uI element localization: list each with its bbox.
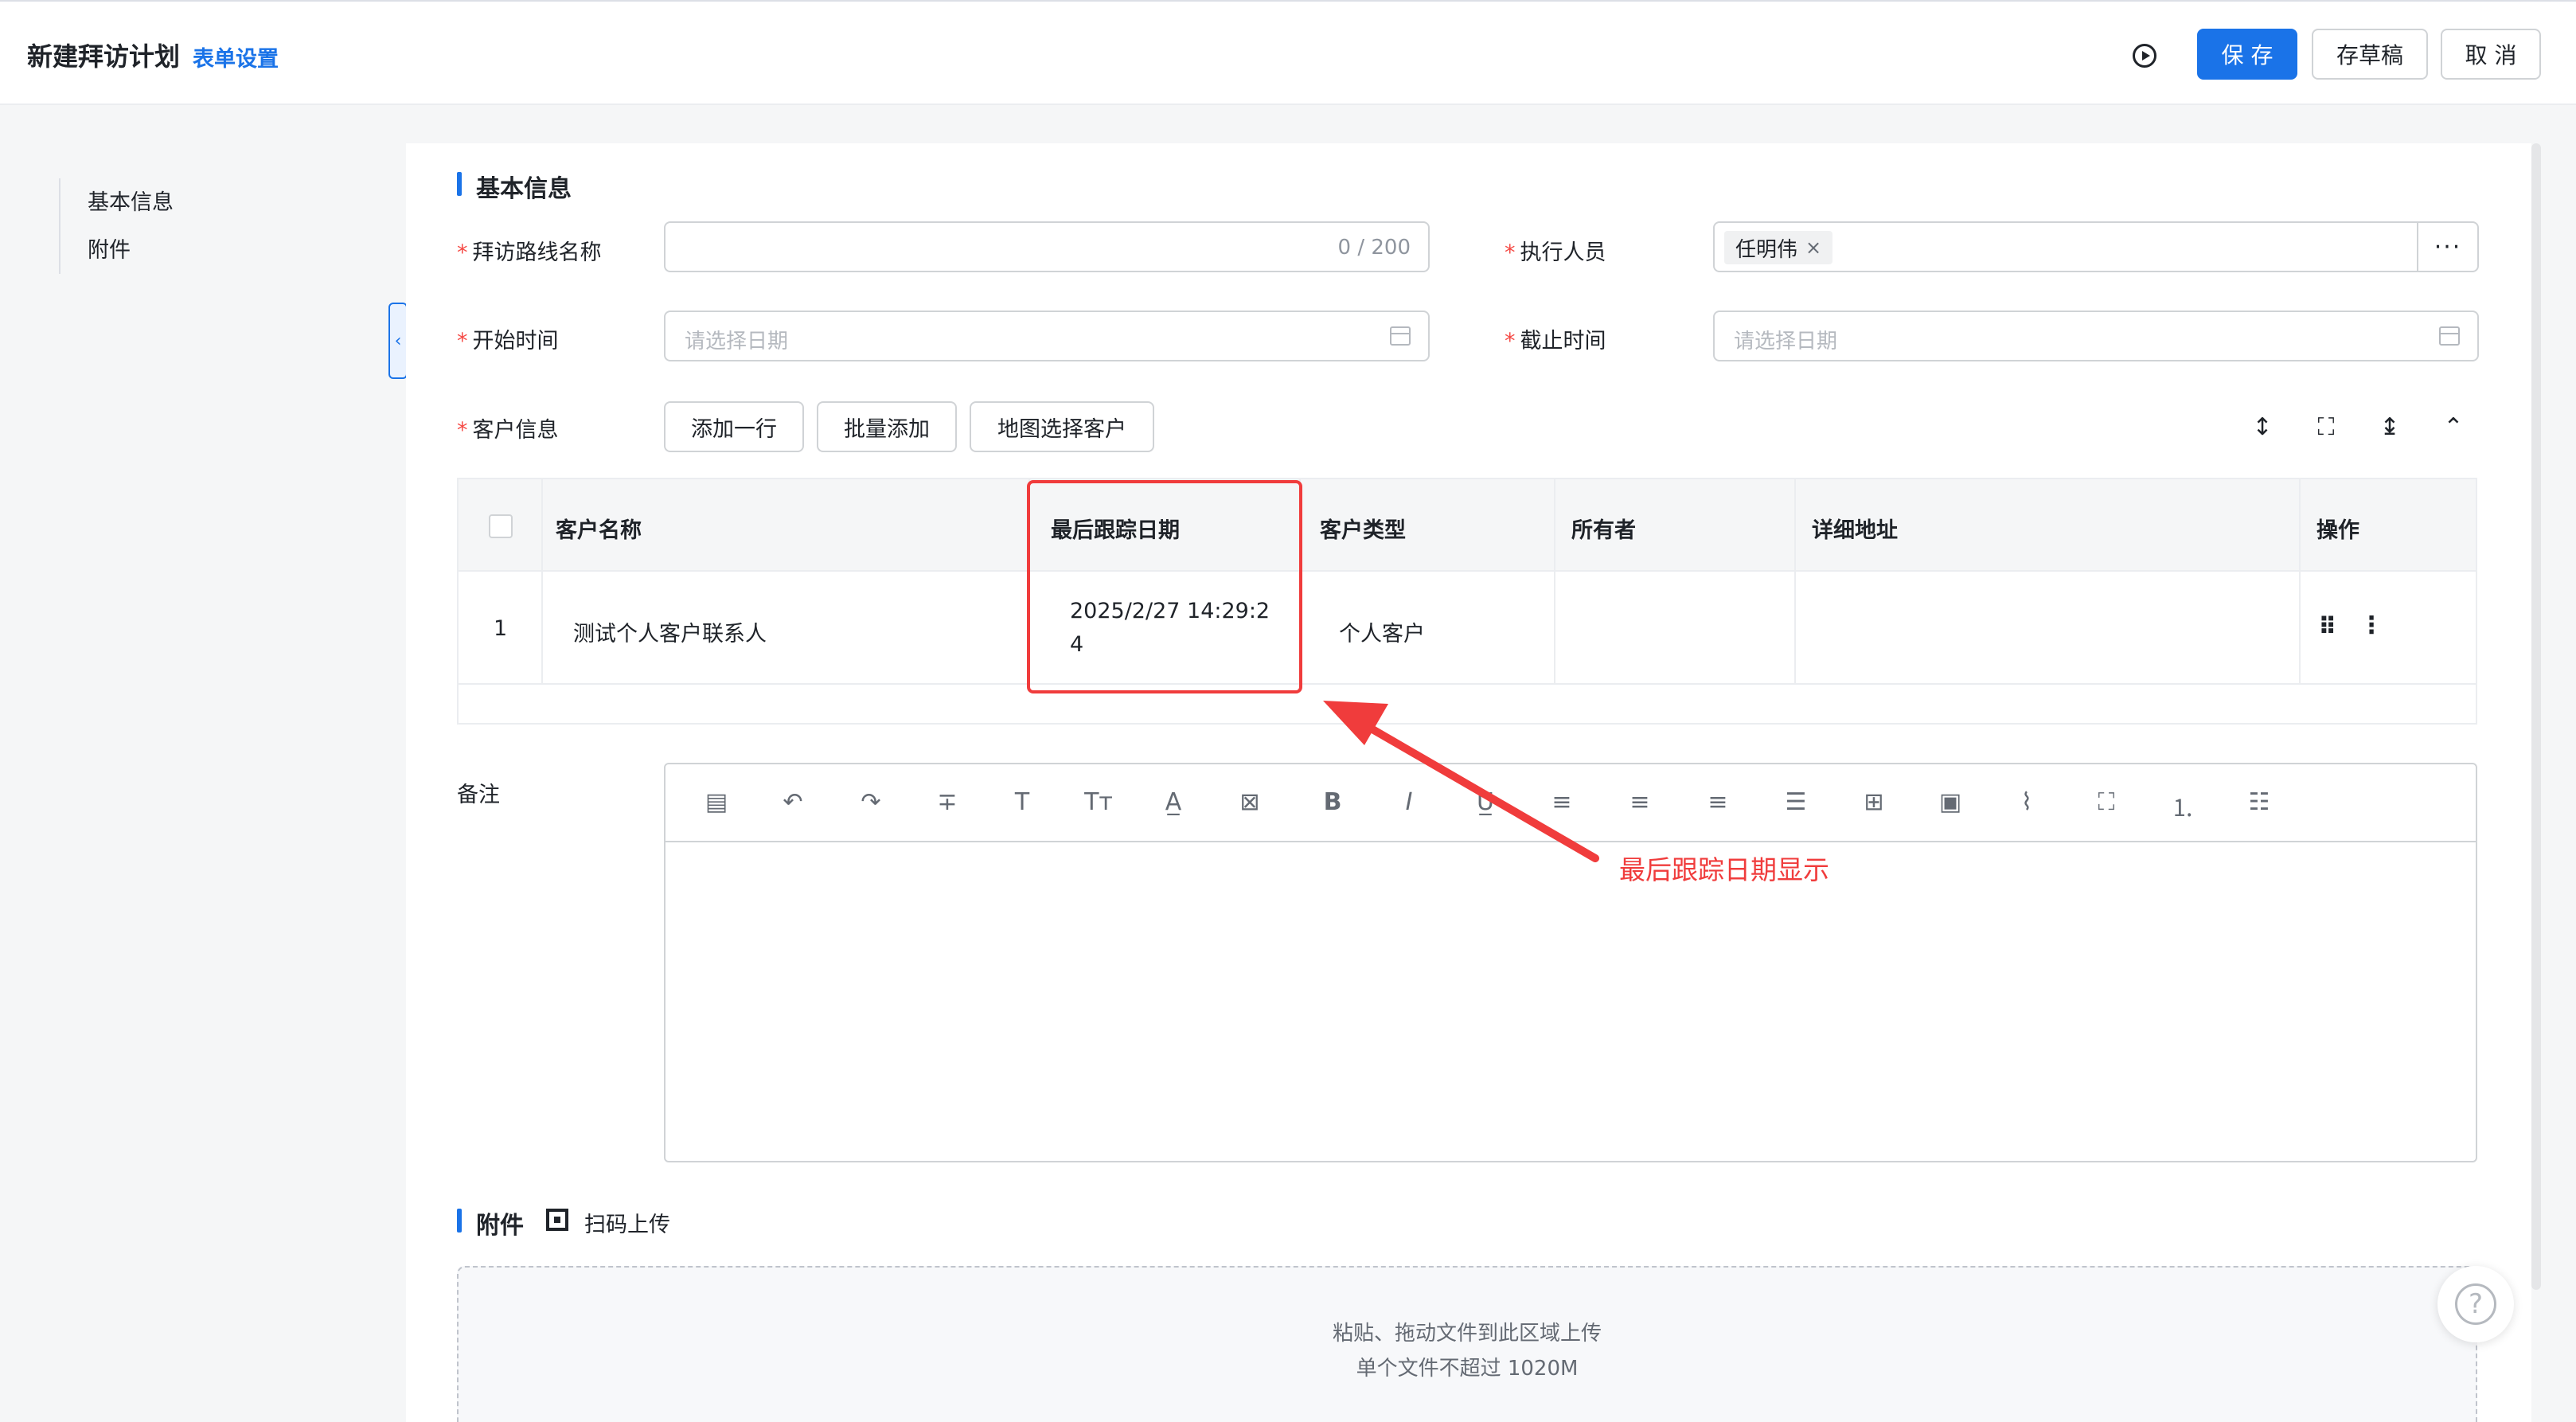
upload-dropzone[interactable]: 粘贴、拖动文件到此区域上传 单个文件不超过 1020M [457, 1266, 2477, 1422]
section-title-attachment: 附件 [457, 1205, 524, 1240]
upload-hint-size: 单个文件不超过 1020M [1356, 1357, 1579, 1381]
help-icon: ? [2455, 1283, 2496, 1325]
scan-upload-link[interactable]: 扫码上传 [584, 1207, 670, 1238]
upload-hint-drag: 粘贴、拖动文件到此区域上传 [1332, 1322, 1602, 1346]
help-button[interactable]: ? [2437, 1266, 2514, 1342]
annotation-text: 最后跟踪日期显示 [1619, 854, 1829, 885]
annotation-arrow [1323, 701, 1599, 862]
page-scrollbar[interactable] [2531, 143, 2541, 1290]
qr-code-icon[interactable] [546, 1209, 568, 1231]
